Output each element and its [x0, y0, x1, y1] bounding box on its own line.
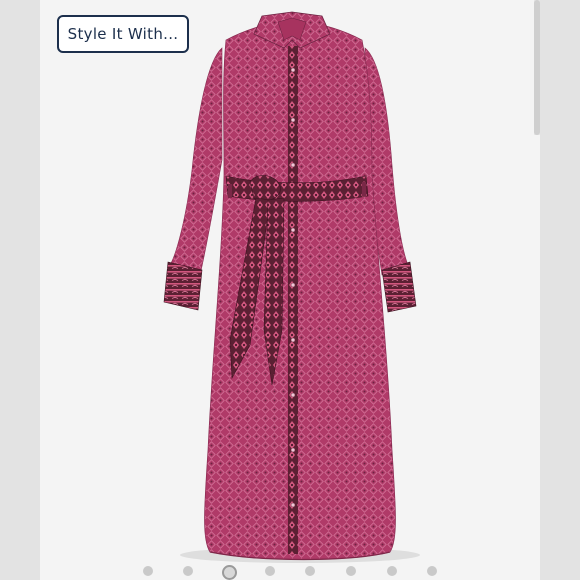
- carousel-dot[interactable]: [265, 566, 275, 576]
- style-it-with-button[interactable]: Style It With...: [57, 15, 189, 53]
- carousel-dot-active[interactable]: [222, 565, 237, 580]
- dress-image: [163, 11, 420, 563]
- carousel-pagination: [0, 562, 580, 580]
- carousel-dot[interactable]: [427, 566, 437, 576]
- carousel-dot[interactable]: [346, 566, 356, 576]
- scrollbar[interactable]: [534, 0, 540, 135]
- carousel-dot[interactable]: [305, 566, 315, 576]
- carousel-dot[interactable]: [143, 566, 153, 576]
- carousel-dot[interactable]: [387, 566, 397, 576]
- carousel-dot[interactable]: [183, 566, 193, 576]
- scrollbar-thumb[interactable]: [534, 0, 540, 135]
